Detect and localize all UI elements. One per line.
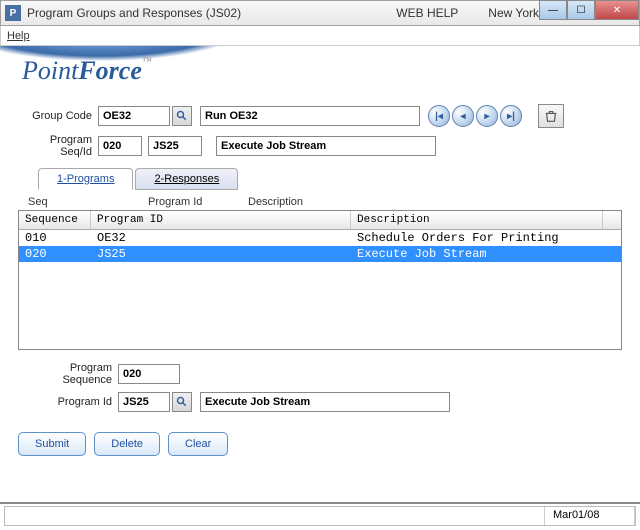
window-title: Program Groups and Responses (JS02) xyxy=(27,6,241,20)
nav-last-button[interactable]: ▸| xyxy=(500,105,522,127)
program-desc-input[interactable] xyxy=(216,136,436,156)
logo: PointForce™ xyxy=(22,56,152,86)
logo-point: Point xyxy=(22,56,78,85)
trash-button[interactable] xyxy=(538,104,564,128)
bottom-program-desc-input[interactable] xyxy=(200,392,450,412)
table-row[interactable]: 010OE32Schedule Orders For Printing xyxy=(19,230,621,246)
grid-header-scroll xyxy=(603,211,621,229)
menu-bar: Help xyxy=(0,26,640,46)
nav-first-button[interactable]: |◂ xyxy=(428,105,450,127)
status-date: Mar01/08 xyxy=(545,507,635,525)
logo-tm: ™ xyxy=(142,56,152,67)
tab-programs[interactable]: 1-Programs xyxy=(38,168,133,190)
web-help-link[interactable]: WEB HELP xyxy=(396,6,458,20)
grid-header-prgid[interactable]: Program ID xyxy=(91,211,351,229)
cell-prgid: JS25 xyxy=(91,246,351,262)
nav-next-button[interactable]: ▸ xyxy=(476,105,498,127)
bottom-program-id-label: Program Id xyxy=(18,396,118,408)
logo-force: Force xyxy=(78,56,142,85)
minimize-button[interactable]: — xyxy=(539,0,567,20)
program-id-input[interactable] xyxy=(148,136,202,156)
program-seq-label: Program Seq/Id xyxy=(18,134,98,158)
group-code-input[interactable] xyxy=(98,106,170,126)
close-button[interactable]: ✕ xyxy=(595,0,639,20)
menu-help[interactable]: Help xyxy=(7,30,30,42)
cell-seq: 010 xyxy=(19,230,91,246)
bottom-program-id-lookup-icon[interactable] xyxy=(172,392,192,412)
bottom-program-id-input[interactable] xyxy=(118,392,170,412)
col-hint-seq: Seq xyxy=(28,196,148,208)
group-code-lookup-icon[interactable] xyxy=(172,106,192,126)
program-sequence-input[interactable] xyxy=(118,364,180,384)
group-desc-input[interactable] xyxy=(200,106,420,126)
clear-button[interactable]: Clear xyxy=(168,432,228,456)
maximize-button[interactable]: ☐ xyxy=(567,0,595,20)
program-grid[interactable]: Sequence Program ID Description 010OE32S… xyxy=(18,210,622,350)
status-bar: Mar01/08 xyxy=(4,506,636,526)
cell-prgid: OE32 xyxy=(91,230,351,246)
grid-header: Sequence Program ID Description xyxy=(19,211,621,230)
table-row[interactable]: 020JS25Execute Job Stream xyxy=(19,246,621,262)
program-seq-input[interactable] xyxy=(98,136,142,156)
cell-desc: Execute Job Stream xyxy=(351,246,621,262)
app-icon: P xyxy=(5,5,21,21)
grid-header-seq[interactable]: Sequence xyxy=(19,211,91,229)
tab-responses[interactable]: 2-Responses xyxy=(135,168,238,190)
cell-seq: 020 xyxy=(19,246,91,262)
col-hint-prgid: Program Id xyxy=(148,196,248,208)
column-hints: Seq Program Id Description xyxy=(18,196,622,208)
delete-button[interactable]: Delete xyxy=(94,432,160,456)
submit-button[interactable]: Submit xyxy=(18,432,86,456)
nav-prev-button[interactable]: ◂ xyxy=(452,105,474,127)
grid-header-desc[interactable]: Description xyxy=(351,211,603,229)
cell-desc: Schedule Orders For Printing xyxy=(351,230,621,246)
location-label: New York xyxy=(488,6,539,20)
logo-area: PointForce™ xyxy=(0,46,640,96)
group-code-label: Group Code xyxy=(18,110,98,122)
title-bar: P Program Groups and Responses (JS02) WE… xyxy=(0,0,640,26)
program-sequence-label: Program Sequence xyxy=(18,362,118,386)
col-hint-desc: Description xyxy=(248,196,303,208)
